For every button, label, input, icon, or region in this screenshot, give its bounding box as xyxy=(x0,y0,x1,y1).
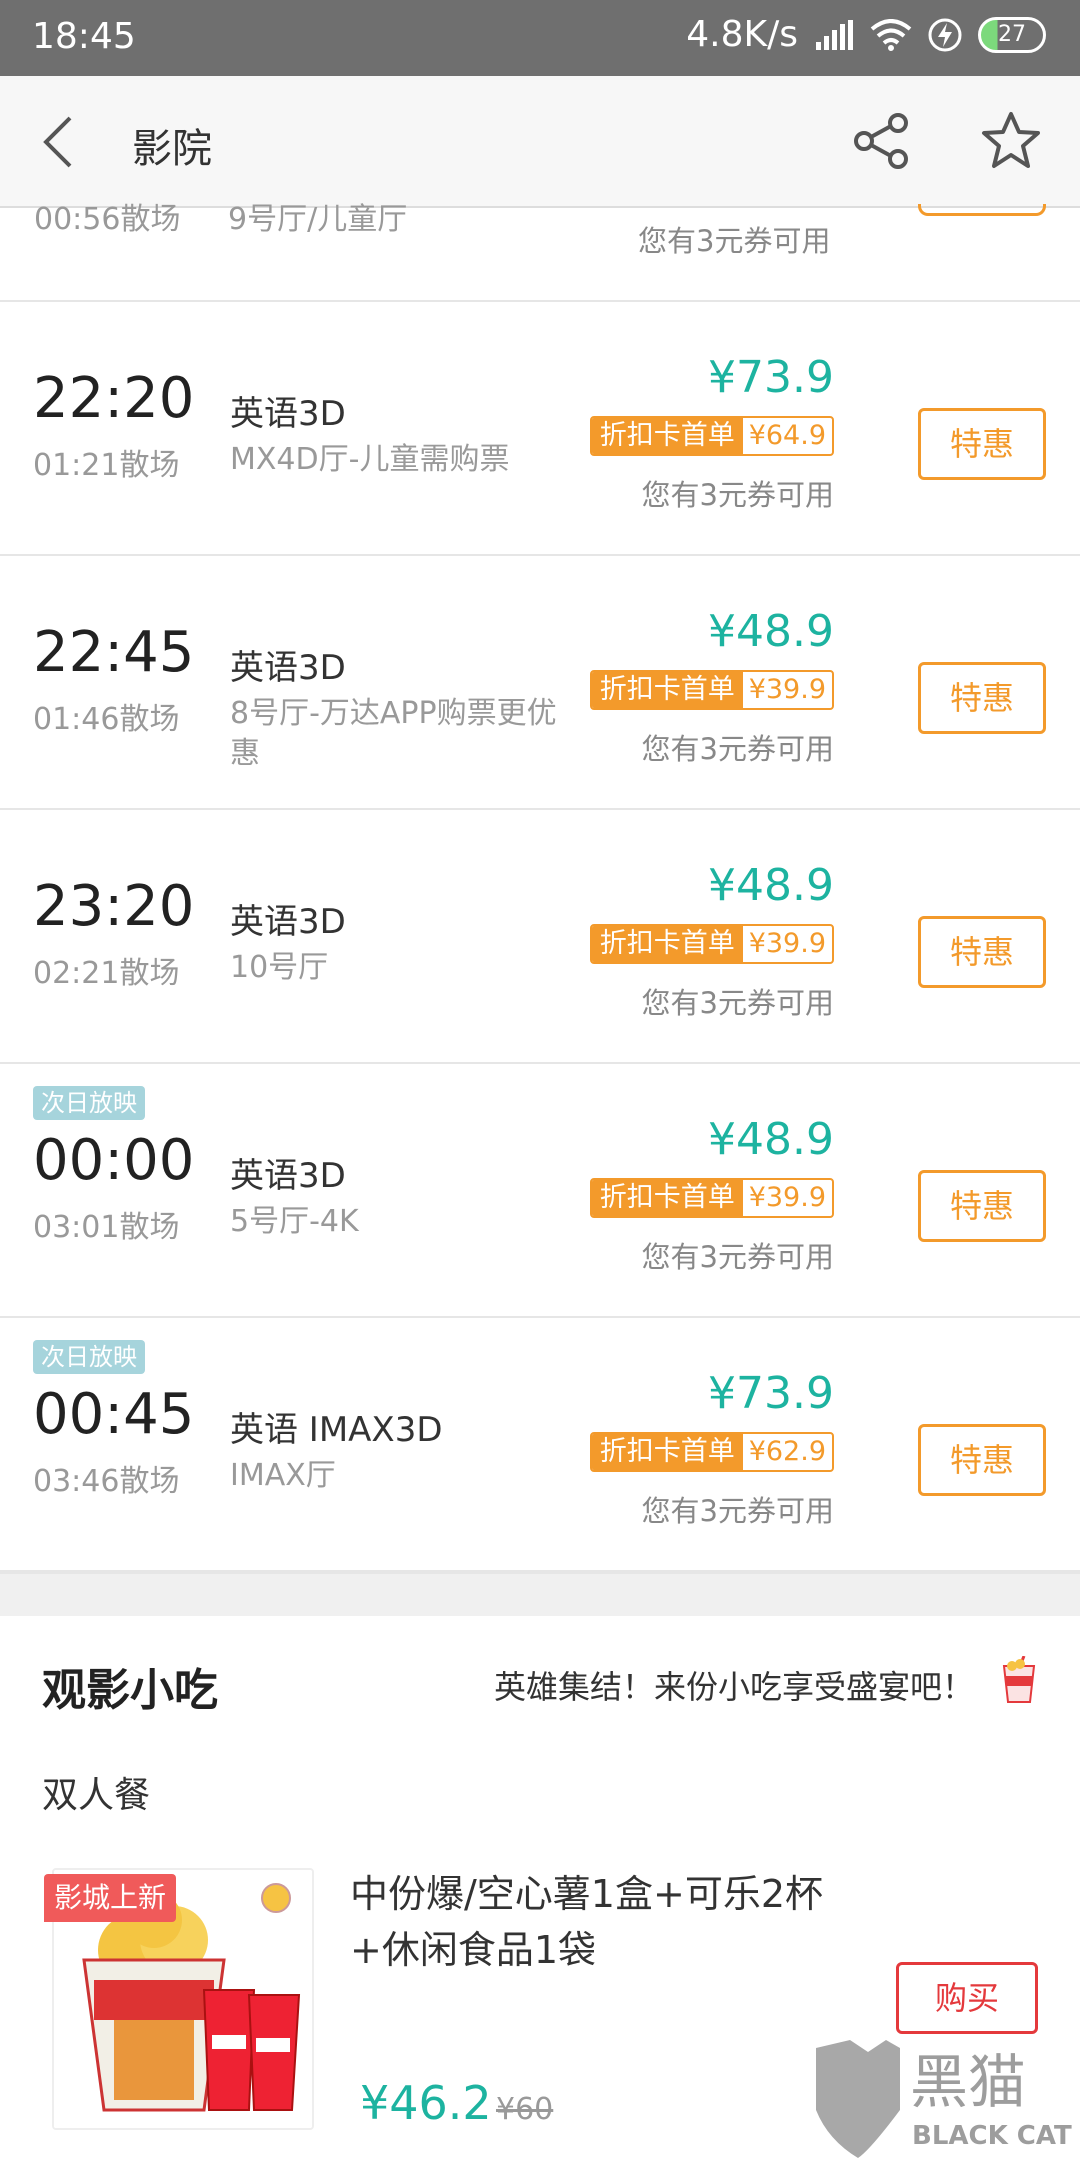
section-divider xyxy=(0,1572,1080,1616)
promo-label: 折扣卡首单 xyxy=(591,1180,743,1216)
battery-indicator: 27 xyxy=(978,16,1046,53)
end-time: 01:21散场 xyxy=(33,448,180,483)
language-format: 英语 IMAX3D xyxy=(230,1410,443,1450)
special-offer-button[interactable]: 特惠 xyxy=(918,408,1046,480)
promo-label: 折扣卡首单 xyxy=(591,418,743,454)
hall-name: 5号厅-4K xyxy=(230,1204,359,1239)
drink-cup-icon xyxy=(1002,1656,1036,1703)
network-speed: 4.8K/s xyxy=(686,14,798,55)
promo-price: ¥39.9 xyxy=(748,674,826,705)
language-format: 英语3D xyxy=(230,1156,346,1196)
discount-card-badge: 折扣卡首单 ¥64.9 xyxy=(589,416,834,456)
black-cat-watermark: 黑猫 BLACK CAT xyxy=(816,2040,1072,2158)
status-bar: 18:45 4.8K/s 27 xyxy=(0,0,1080,76)
promo-label: 折扣卡首单 xyxy=(591,672,743,708)
ticket-price: ¥73.9 xyxy=(708,352,834,403)
promo-label: 折扣卡首单 xyxy=(591,926,743,962)
promo-price: ¥39.9 xyxy=(748,1182,826,1213)
showtime-row[interactable]: 22:45 01:46散场 英语3D 8号厅-万达APP购票更优惠 ¥48.9 … xyxy=(0,556,1080,810)
nav-bar: 影院 xyxy=(0,76,1080,208)
back-arrow-icon[interactable] xyxy=(34,114,90,170)
watermark-sub: BLACK CAT xyxy=(912,2121,1072,2151)
favorite-star-icon[interactable] xyxy=(980,110,1042,172)
hall-name: 9号厅/儿童厅 xyxy=(228,202,408,237)
end-time: 01:46散场 xyxy=(33,702,180,737)
end-time: 03:46散场 xyxy=(33,1464,180,1499)
signal-icon xyxy=(816,19,853,50)
showtime-row[interactable]: 22:20 01:21散场 英语3D MX4D厅-儿童需购票 ¥73.9 折扣卡… xyxy=(0,302,1080,556)
snacks-slogan: 英雄集结！来份小吃享受盛宴吧！ xyxy=(493,1668,974,1706)
combo-category: 双人餐 xyxy=(42,1775,151,1816)
discount-card-badge: 折扣卡首单 ¥39.9 xyxy=(589,924,834,964)
start-time: 00:00 xyxy=(33,1128,195,1193)
special-offer-button[interactable]: 特惠 xyxy=(918,916,1046,988)
end-time: 03:01散场 xyxy=(33,1210,180,1245)
start-time: 22:45 xyxy=(33,620,195,685)
language-format: 英语3D xyxy=(230,902,346,942)
end-time: 00:56散场 xyxy=(34,202,181,237)
hall-name: MX4D厅-儿童需购票 xyxy=(230,442,510,477)
product-price: ¥46.2 xyxy=(360,2076,492,2130)
showtime-row[interactable]: 次日放映 00:00 03:01散场 英语3D 5号厅-4K ¥48.9 折扣卡… xyxy=(0,1064,1080,1318)
hall-name: 10号厅 xyxy=(230,950,329,985)
ticket-price: ¥48.9 xyxy=(708,860,834,911)
special-offer-button[interactable]: 特惠 xyxy=(918,1424,1046,1496)
promo-price: ¥39.9 xyxy=(748,928,826,959)
hall-name: 8号厅-万达APP购票更优惠 xyxy=(230,696,557,771)
start-time: 22:20 xyxy=(33,366,195,431)
charging-icon xyxy=(928,18,962,51)
page-title: 影院 xyxy=(132,126,212,172)
product-name[interactable]: 中份爆/空心薯1盒+可乐2杯+休闲食品1袋 xyxy=(350,1866,870,1978)
wifi-icon xyxy=(870,18,912,51)
coupon-note: 您有3元券可用 xyxy=(641,1240,834,1274)
next-day-badge: 次日放映 xyxy=(33,1086,145,1120)
start-time: 00:45 xyxy=(33,1382,195,1447)
end-time: 02:21散场 xyxy=(33,956,180,991)
discount-card-badge: 折扣卡首单 ¥62.9 xyxy=(589,1432,834,1472)
promo-price: ¥64.9 xyxy=(748,420,826,451)
new-item-badge: 影城上新 xyxy=(44,1874,177,1922)
language-format: 英语3D xyxy=(230,648,346,688)
next-day-badge: 次日放映 xyxy=(33,1340,145,1374)
language-format: 英语3D xyxy=(230,394,346,434)
special-offer-button[interactable]: 特惠 xyxy=(918,1170,1046,1242)
buy-button[interactable]: 购买 xyxy=(896,1962,1038,2034)
ticket-price: ¥48.9 xyxy=(708,1114,834,1165)
coupon-note: 您有3元券可用 xyxy=(641,986,834,1020)
original-price: ¥60 xyxy=(496,2092,554,2127)
status-icons: 4.8K/s 27 xyxy=(686,14,1046,55)
status-time: 18:45 xyxy=(32,16,136,57)
discount-card-badge: 折扣卡首单 ¥39.9 xyxy=(589,670,834,710)
showtime-row[interactable]: 次日放映 00:45 03:46散场 英语 IMAX3D IMAX厅 ¥73.9… xyxy=(0,1318,1080,1572)
coupon-note: 您有3元券可用 xyxy=(638,224,831,258)
coupon-note: 您有3元券可用 xyxy=(641,732,834,766)
discount-card-badge: 折扣卡首单 ¥39.9 xyxy=(589,1178,834,1218)
watermark-text: 黑猫 xyxy=(910,2048,1026,2116)
showtime-row[interactable]: 23:20 02:21散场 英语3D 10号厅 ¥48.9 折扣卡首单 ¥39.9… xyxy=(0,810,1080,1064)
ticket-price: ¥73.9 xyxy=(708,1368,834,1419)
ticket-price: ¥48.9 xyxy=(708,606,834,657)
snacks-title: 观影小吃 xyxy=(42,1665,218,1716)
coupon-note: 您有3元券可用 xyxy=(641,478,834,512)
promo-price: ¥62.9 xyxy=(748,1436,826,1467)
showtime-row-partial[interactable]: 00:56散场 9号厅/儿童厅 您有3元券可用 xyxy=(0,202,1080,302)
start-time: 23:20 xyxy=(33,874,195,939)
buy-button-partial[interactable] xyxy=(918,204,1046,216)
special-offer-button[interactable]: 特惠 xyxy=(918,662,1046,734)
share-icon[interactable] xyxy=(852,111,912,171)
hall-name: IMAX厅 xyxy=(230,1458,336,1493)
promo-label: 折扣卡首单 xyxy=(591,1434,743,1470)
coupon-note: 您有3元券可用 xyxy=(641,1494,834,1528)
